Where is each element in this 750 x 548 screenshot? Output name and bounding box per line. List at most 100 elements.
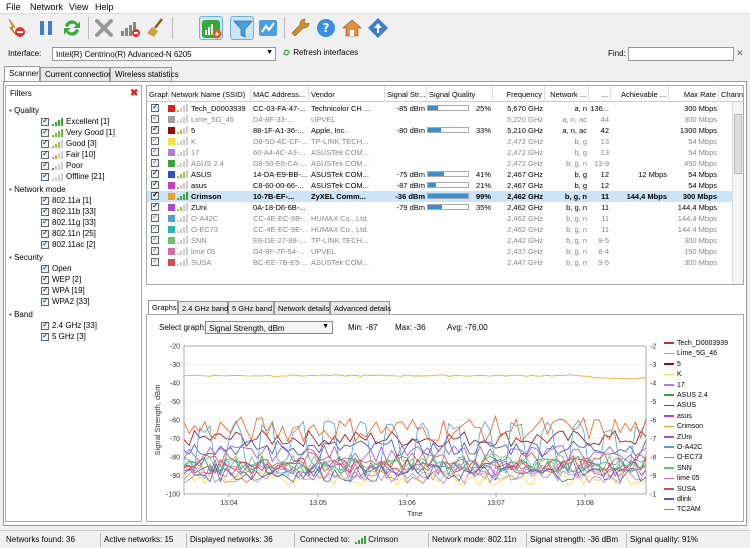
checkbox[interactable] <box>41 228 49 238</box>
menu-network[interactable]: Network <box>30 2 63 12</box>
help-button[interactable]: ? <box>314 16 338 40</box>
table-row[interactable]: asus C8-60-00-66-... ASUSTek COM... -87 dBm… <box>147 179 733 191</box>
filter-group[interactable]: ▪ Security <box>9 253 43 262</box>
find-input[interactable] <box>628 47 734 61</box>
collapse-icon[interactable]: ▪ <box>9 310 12 319</box>
filter-item[interactable]: 5 GHz [3] <box>41 331 86 342</box>
table-row[interactable]: K D8-5D-4C-CF-...TP-LINK TECH... 2,472 GHz… <box>147 135 733 147</box>
graph-checkbox[interactable] <box>151 223 159 233</box>
close-icon[interactable]: ✕ <box>736 48 744 59</box>
filter-button[interactable] <box>230 16 254 40</box>
home-button[interactable] <box>340 16 364 40</box>
graph-checkbox[interactable] <box>151 256 159 266</box>
settings-button[interactable] <box>288 16 312 40</box>
checkbox[interactable] <box>41 296 49 306</box>
column-header[interactable]: Network ... <box>545 86 589 102</box>
graph-checkbox[interactable] <box>151 201 159 211</box>
filter-item[interactable]: WPA2 [33] <box>41 296 90 307</box>
column-header[interactable]: Vendor <box>309 86 385 102</box>
checkbox[interactable] <box>41 171 49 181</box>
checkbox[interactable] <box>41 320 49 330</box>
column-header[interactable]: ... <box>589 86 611 102</box>
column-header[interactable]: Frequency <box>493 86 545 102</box>
graph-checkbox[interactable] <box>151 179 159 189</box>
table-scrollbar[interactable] <box>732 102 743 284</box>
tab-network-details[interactable]: Network details <box>274 301 330 314</box>
checkbox[interactable] <box>41 206 49 216</box>
collapse-icon[interactable]: ▪ <box>9 253 12 262</box>
checkbox[interactable] <box>41 331 49 341</box>
filter-item[interactable]: Poor <box>41 160 83 171</box>
filter-item[interactable]: 802.11a [1] <box>41 195 91 206</box>
checkbox[interactable] <box>41 239 49 249</box>
checkbox[interactable] <box>41 263 49 273</box>
filter-item[interactable]: 802.11ac [2] <box>41 239 95 250</box>
filter-item[interactable]: 802.11n [25] <box>41 228 96 239</box>
column-header[interactable]: Max Rate <box>669 86 719 102</box>
rss-button[interactable] <box>199 16 223 40</box>
filter-item[interactable]: WEP [2] <box>41 274 81 285</box>
refresh-interfaces-button[interactable]: Refresh interfaces <box>282 48 358 57</box>
broom-button[interactable] <box>144 16 168 40</box>
checkbox[interactable] <box>41 285 49 295</box>
filter-item[interactable]: Fair [10] <box>41 149 95 160</box>
graph-checkbox[interactable] <box>151 102 159 112</box>
filter-item[interactable]: WPA [19] <box>41 285 85 296</box>
filter-item[interactable]: Very Good [1] <box>41 127 115 138</box>
graph-checkbox[interactable] <box>151 168 159 178</box>
collapse-icon[interactable]: ▪ <box>9 185 12 194</box>
column-header[interactable]: Signal Quality <box>427 86 493 102</box>
checkbox[interactable] <box>41 149 49 159</box>
column-header[interactable]: Chann <box>719 86 743 102</box>
collapse-icon[interactable]: ▪ <box>9 106 12 115</box>
graph-checkbox[interactable] <box>151 124 159 134</box>
signal-button[interactable] <box>118 16 142 40</box>
graph-checkbox[interactable] <box>151 135 159 145</box>
column-header[interactable]: MAC Address... <box>251 86 309 102</box>
filter-group[interactable]: ▪ Quality <box>9 106 39 115</box>
checkbox[interactable] <box>41 138 49 148</box>
graph-checkbox[interactable] <box>151 234 159 244</box>
start-stop-button[interactable] <box>4 16 28 40</box>
table-row[interactable]: lime 05 D4-8F-7F-54-... UPVEL 2,437 GHz b, g… <box>147 245 733 257</box>
checkbox[interactable] <box>41 195 49 205</box>
checkbox[interactable] <box>41 116 49 126</box>
table-row[interactable]: ASUS 2.4 D8-50-E6-CA-... ASUSTek COM... 2,4… <box>147 157 733 169</box>
pause-button[interactable] <box>34 16 58 40</box>
graph-checkbox[interactable] <box>151 146 159 156</box>
refresh-button[interactable] <box>60 16 84 40</box>
clear-filters-icon[interactable]: ✖ <box>130 88 138 99</box>
graph-checkbox[interactable] <box>151 245 159 255</box>
filter-item[interactable]: Good [3] <box>41 138 97 149</box>
tab-advanced-details[interactable]: Advanced details <box>330 301 391 314</box>
filter-item[interactable]: 2.4 GHz [33] <box>41 320 97 331</box>
menu-file[interactable]: File <box>6 2 21 12</box>
tab-wireless-statistics[interactable]: Wireless statistics <box>110 67 179 81</box>
table-row[interactable]: SNN E8-DE-27-88-... TP-LINK TECH... 2,442 G… <box>147 234 733 246</box>
table-row[interactable]: Tech_D0003939 CC-03-FA-47-... Technicolor … <box>147 102 733 114</box>
graph-checkbox[interactable] <box>151 113 159 123</box>
graph-select[interactable]: Signal Strength, dBm ▼ <box>205 321 333 334</box>
column-header[interactable]: Achievable ... <box>611 86 669 102</box>
filter-group[interactable]: ▪ Network mode <box>9 185 66 194</box>
menu-help[interactable]: Help <box>95 2 114 12</box>
menu-view[interactable]: View <box>69 2 88 12</box>
tab-current-connection[interactable]: Current connection <box>40 67 113 81</box>
table-row[interactable]: ZUni 0A-18-D6-6B-... -79 dBm 35% 2,462 GHz b,… <box>147 201 733 213</box>
filter-item[interactable]: 802.11g [33] <box>41 217 96 228</box>
column-header[interactable]: Signal Str... <box>385 86 427 102</box>
scrollbar-thumb[interactable] <box>734 114 742 174</box>
interface-select[interactable]: Intel(R) Centrino(R) Advanced-N 6205 ▼ <box>52 47 276 61</box>
table-row[interactable]: O-A42C CC-4E-EC-9B-...HUMAX Co., Ltd. 2,46… <box>147 212 733 224</box>
filter-item[interactable]: 802.11b [33] <box>41 206 96 217</box>
checkbox[interactable] <box>41 217 49 227</box>
tab-scanner[interactable]: Scanner <box>4 66 40 81</box>
table-row[interactable]: Crimson 10-7B-EF-... ZyXEL Comm... -36 dBm 9… <box>147 190 733 202</box>
filter-group[interactable]: ▪ Band <box>9 310 33 319</box>
table-row[interactable]: 17 60-A4-4C-A3-... ASUSTek COM... 2,472 GHz… <box>147 146 733 158</box>
table-row[interactable]: Lime_5G_46 D4-8F-33-... UPVEL 5,220 GHz a, n… <box>147 113 733 125</box>
checkbox[interactable] <box>41 127 49 137</box>
filter-item[interactable]: Offline [21] <box>41 171 105 182</box>
table-row[interactable]: O-EC73 CC-4E-EC-9E-...HUMAX Co., Ltd. 2,46… <box>147 223 733 235</box>
column-header[interactable]: Network Name (SSID) <box>169 86 251 102</box>
